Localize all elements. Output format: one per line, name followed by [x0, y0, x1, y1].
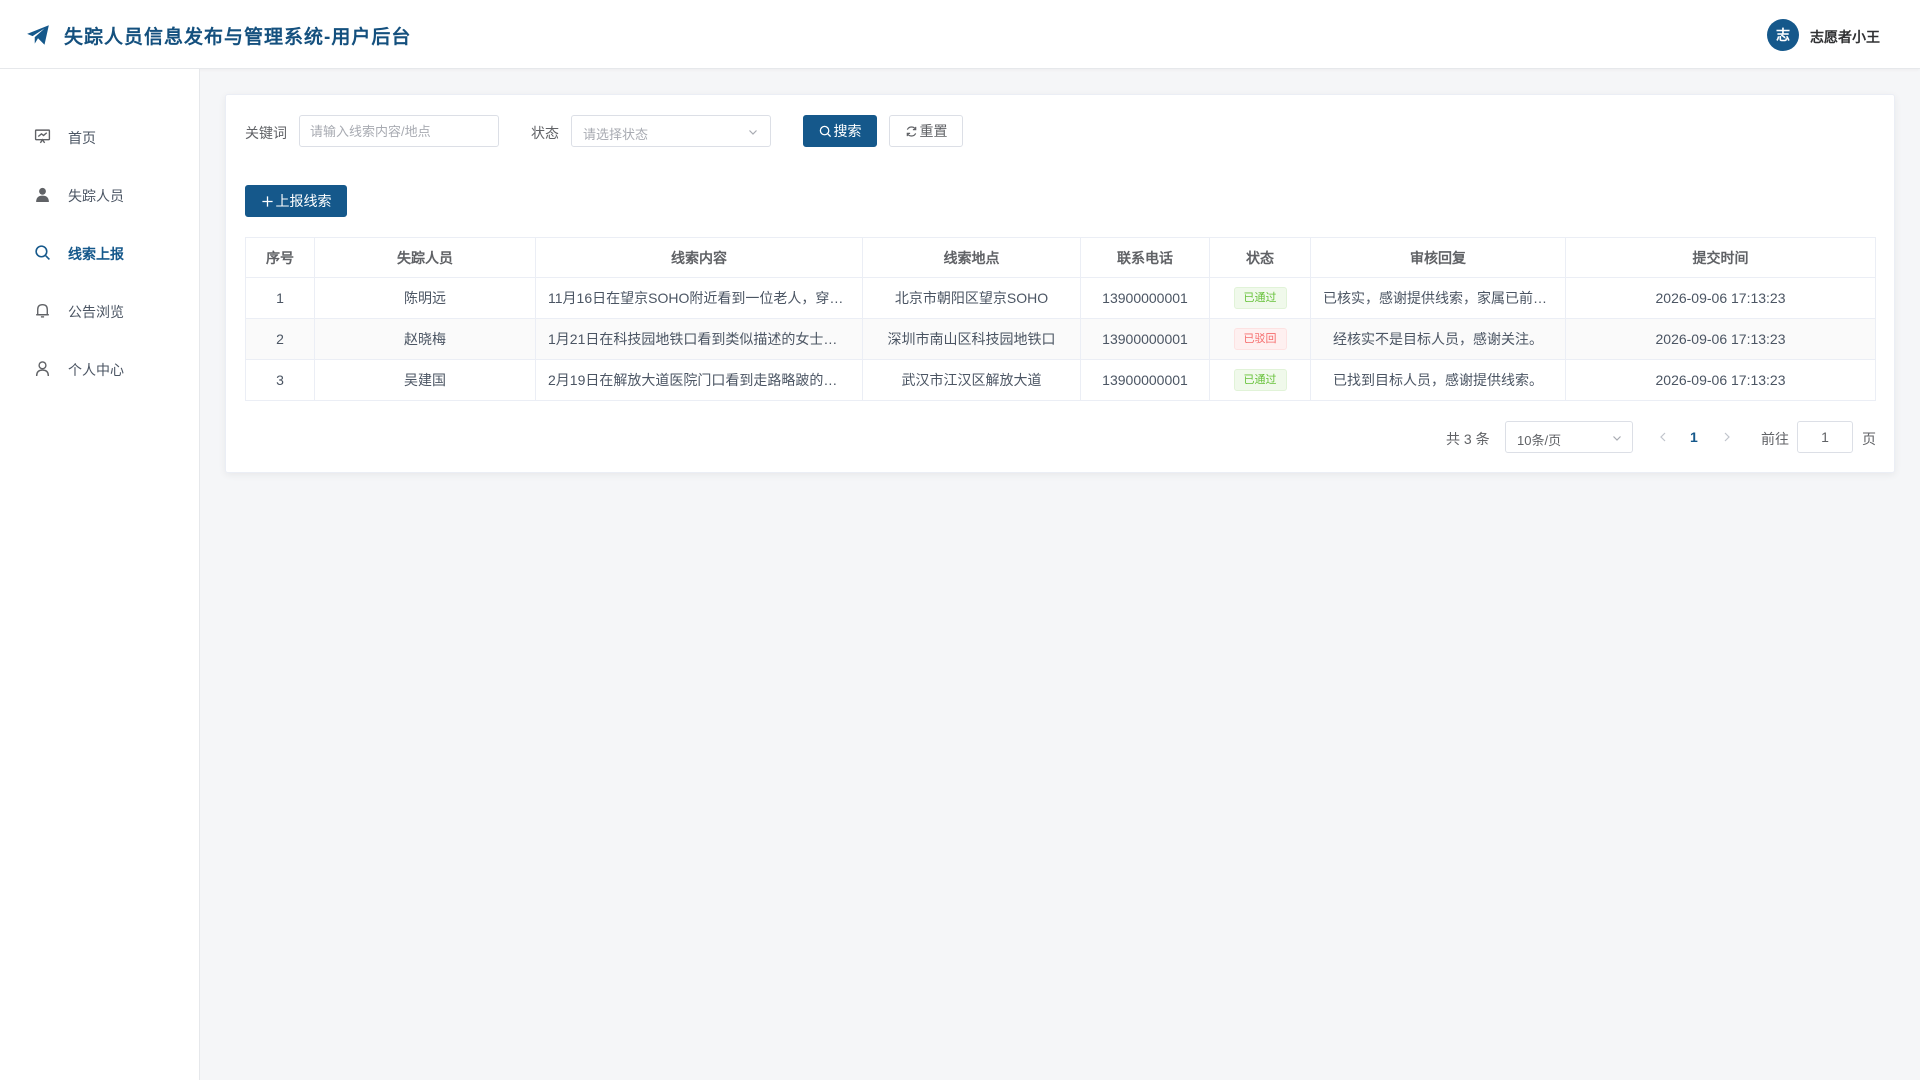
goto-page-input[interactable]: [1797, 421, 1853, 453]
app-title: 失踪人员信息发布与管理系统-用户后台: [64, 27, 412, 48]
avatar[interactable]: 志: [1767, 19, 1799, 51]
cell-time: 2026-09-06 17:13:23: [1565, 277, 1876, 319]
page-suffix-label: 页: [1862, 431, 1876, 447]
status-select[interactable]: 请选择状态: [571, 115, 771, 147]
cell-content: 1月21日在科技园地铁口看到类似描述的女士独自行走: [535, 318, 863, 360]
cell-status: 已通过: [1209, 359, 1311, 401]
sidebar-item-profile[interactable]: 个人中心: [0, 348, 199, 388]
pagination-total: 共 3 条: [1446, 431, 1490, 447]
cell-location: 武汉市江汉区解放大道: [862, 359, 1081, 401]
username[interactable]: 志愿者小王: [1810, 27, 1880, 47]
status-badge: 已通过: [1233, 369, 1287, 391]
cell-content: 2月19日在解放大道医院门口看到走路略跛的老人: [535, 359, 863, 401]
next-page-icon[interactable]: [1721, 430, 1733, 444]
cell-index: 2: [245, 318, 315, 360]
cell-person: 赵晓梅: [314, 318, 536, 360]
prev-page-icon[interactable]: [1657, 430, 1669, 444]
user-icon: [35, 361, 50, 376]
column-header: 线索地点: [862, 237, 1081, 278]
chevron-down-icon: [1613, 436, 1621, 441]
table-row[interactable]: 2 赵晓梅 1月21日在科技园地铁口看到类似描述的女士独自行走 深圳市南山区科技…: [245, 318, 1876, 360]
sidebar-item-home[interactable]: 首页: [0, 116, 199, 156]
sidebar-item-missing-persons[interactable]: 失踪人员: [0, 174, 199, 214]
cell-status: 已通过: [1209, 277, 1311, 319]
sidebar-item-label: 个人中心: [68, 362, 124, 378]
paper-plane-logo-icon: [27, 25, 49, 45]
sidebar-item-label: 线索上报: [68, 246, 124, 262]
cell-index: 1: [245, 277, 315, 319]
column-header: 审核回复: [1310, 237, 1566, 278]
refresh-icon: [906, 125, 916, 137]
status-select-placeholder: 请选择状态: [583, 127, 649, 142]
page-size-select[interactable]: 10条/页: [1505, 421, 1633, 453]
goto-label: 前往: [1761, 431, 1789, 447]
sidebar: 首页 失踪人员 线索上报 公告浏览 个人中心: [0, 69, 200, 1080]
cell-reply: 已核实，感谢提供线索，家属已前往确认: [1310, 277, 1566, 319]
cell-time: 2026-09-06 17:13:23: [1565, 359, 1876, 401]
sidebar-item-clue-report[interactable]: 线索上报: [0, 232, 199, 272]
column-header: 提交时间: [1565, 237, 1876, 278]
cell-person: 陈明远: [314, 277, 536, 319]
table-row[interactable]: 3 吴建国 2月19日在解放大道医院门口看到走路略跛的老人 武汉市江汉区解放大道…: [245, 359, 1876, 401]
cell-time: 2026-09-06 17:13:23: [1565, 318, 1876, 360]
column-header: 序号: [245, 237, 315, 278]
cell-reply: 经核实不是目标人员，感谢关注。: [1310, 318, 1566, 360]
reset-button-label: 重置: [919, 123, 948, 139]
page-number-current[interactable]: 1: [1690, 429, 1698, 445]
cell-person: 吴建国: [314, 359, 536, 401]
chevron-down-icon: [749, 130, 757, 135]
column-header: 线索内容: [535, 237, 863, 278]
table-header-row: 序号 失踪人员 线索内容 线索地点 联系电话 状态 审核回复 提交时间: [245, 237, 1876, 278]
sidebar-item-label: 公告浏览: [68, 304, 124, 320]
cell-phone: 13900000001: [1080, 277, 1210, 319]
sidebar-item-label: 失踪人员: [68, 188, 124, 204]
top-header: 失踪人员信息发布与管理系统-用户后台 志 志愿者小王: [0, 0, 1920, 69]
bell-icon: [36, 303, 49, 318]
column-header: 联系电话: [1080, 237, 1210, 278]
search-icon: [35, 245, 50, 260]
keyword-input[interactable]: [299, 115, 499, 147]
table-row[interactable]: 1 陈明远 11月16日在望京SOHO附近看到一位老人，穿着灰色外套，神情迷茫 …: [245, 277, 1876, 319]
cell-index: 3: [245, 359, 315, 401]
status-label: 状态: [531, 125, 559, 141]
cell-location: 北京市朝阳区望京SOHO: [862, 277, 1081, 319]
page-size-value: 10条/页: [1517, 433, 1562, 448]
plus-icon: [261, 195, 273, 207]
report-clue-button-label: 上报线索: [275, 193, 332, 209]
sidebar-item-label: 首页: [68, 130, 96, 146]
search-icon: [819, 125, 831, 137]
search-button[interactable]: 搜索: [803, 115, 877, 147]
status-badge: 已驳回: [1233, 328, 1287, 350]
column-header: 失踪人员: [314, 237, 536, 278]
keyword-label: 关键词: [245, 125, 287, 141]
report-clue-button[interactable]: 上报线索: [245, 185, 347, 217]
monitor-icon: [34, 129, 51, 144]
search-button-label: 搜索: [833, 123, 862, 139]
cell-phone: 13900000001: [1080, 359, 1210, 401]
reset-button[interactable]: 重置: [889, 115, 963, 147]
status-badge: 已通过: [1233, 287, 1287, 309]
cell-phone: 13900000001: [1080, 318, 1210, 360]
clue-table: 序号 失踪人员 线索内容 线索地点 联系电话 状态 审核回复 提交时间 1 陈明…: [245, 237, 1876, 401]
cell-status: 已驳回: [1209, 318, 1311, 360]
cell-location: 深圳市南山区科技园地铁口: [862, 318, 1081, 360]
column-header: 状态: [1209, 237, 1311, 278]
cell-content: 11月16日在望京SOHO附近看到一位老人，穿着灰色外套，神情迷茫: [535, 277, 863, 319]
user-filled-icon: [36, 187, 49, 202]
sidebar-item-announcements[interactable]: 公告浏览: [0, 290, 199, 330]
cell-reply: 已找到目标人员，感谢提供线索。: [1310, 359, 1566, 401]
